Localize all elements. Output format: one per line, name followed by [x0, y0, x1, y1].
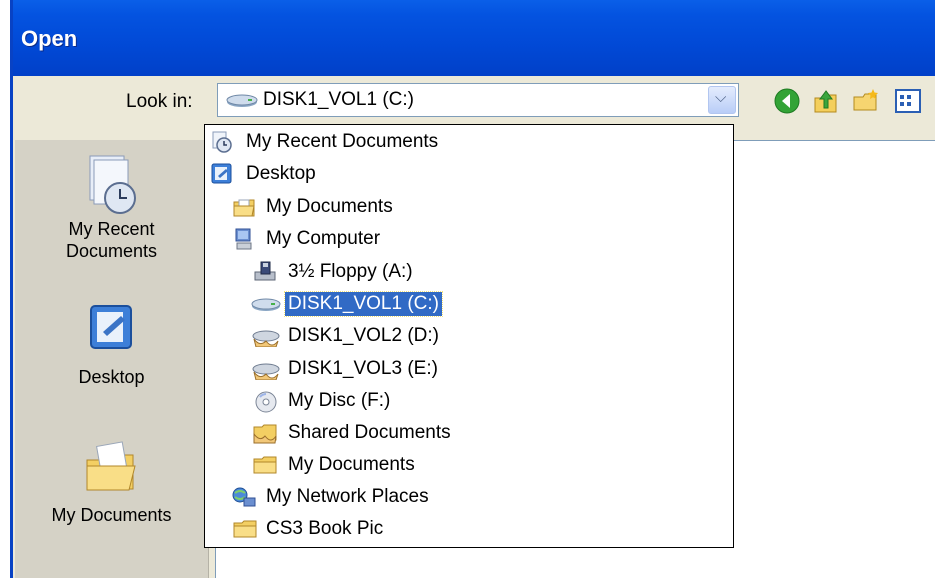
desktop-icon — [89, 305, 132, 349]
dropdown-item-label: My Disc (F:) — [288, 390, 391, 411]
places-bar: My Recent Documents Desktop My Documents — [15, 140, 209, 578]
dropdown-item-floppy-a[interactable]: 3½ Floppy (A:) — [205, 257, 733, 287]
look-in-dropdown-list[interactable]: My Recent Documents Desktop My Documents… — [204, 124, 734, 548]
network-places-icon — [232, 487, 256, 507]
dropdown-item-disk1-vol3-e[interactable]: DISK1_VOL3 (E:) — [205, 354, 733, 384]
places-my-documents[interactable]: My Documents — [15, 436, 208, 526]
dropdown-item-my-documents[interactable]: My Documents — [205, 192, 733, 222]
places-my-documents-label: My Documents — [51, 505, 172, 525]
shared-drive-icon — [252, 363, 280, 380]
dropdown-item-my-network-places[interactable]: My Network Places — [205, 482, 733, 512]
shared-folder-icon — [253, 424, 277, 444]
hard-drive-icon — [251, 298, 281, 311]
dropdown-item-my-disc-f[interactable]: My Disc (F:) — [205, 386, 733, 416]
dropdown-item-recent-documents[interactable]: My Recent Documents — [205, 127, 733, 157]
dropdown-item-label: Desktop — [246, 163, 316, 184]
recent-documents-icon — [89, 155, 136, 214]
look-in-label: Look in: — [126, 91, 193, 112]
folder-icon — [253, 456, 277, 474]
dropdown-item-disk1-vol2-d[interactable]: DISK1_VOL2 (D:) — [205, 321, 733, 351]
places-desktop[interactable]: Desktop — [15, 302, 208, 388]
chevron-down-icon: ⌵ — [715, 89, 727, 106]
new-folder-icon[interactable] — [851, 86, 881, 116]
dropdown-item-label: My Recent Documents — [246, 131, 439, 152]
look-in-value: DISK1_VOL1 (C:) — [263, 89, 414, 110]
shared-drive-icon — [252, 330, 280, 347]
folder-icon — [233, 520, 257, 538]
dialog-title: Open — [21, 26, 78, 51]
look-in-dropdown-button[interactable]: ⌵ — [708, 86, 736, 114]
dropdown-item-label: DISK1_VOL2 (D:) — [288, 325, 439, 346]
dropdown-item-label: My Network Places — [266, 486, 429, 507]
places-recent-documents[interactable]: My Recent Documents — [15, 152, 208, 262]
dropdown-item-disk1-vol1-c[interactable]: DISK1_VOL1 (C:) — [205, 289, 733, 319]
up-folder-icon[interactable] — [811, 86, 841, 116]
back-arrow-icon[interactable] — [772, 86, 802, 116]
dropdown-item-label: DISK1_VOL3 (E:) — [288, 358, 438, 379]
cd-drive-icon — [255, 391, 277, 413]
my-documents-icon — [233, 199, 255, 217]
views-menu-icon[interactable] — [893, 86, 923, 116]
places-desktop-label: Desktop — [78, 367, 145, 387]
dropdown-item-label: My Computer — [266, 228, 381, 249]
dropdown-item-label: CS3 Book Pic — [266, 518, 384, 539]
title-bar[interactable]: Open — [13, 0, 935, 76]
dropdown-item-cs3-book-pic[interactable]: CS3 Book Pic — [205, 514, 733, 544]
my-documents-icon — [86, 441, 136, 491]
dropdown-item-label: My Documents — [288, 454, 415, 475]
desktop-icon — [211, 163, 232, 184]
dropdown-item-shared-documents[interactable]: Shared Documents — [205, 418, 733, 448]
places-recent-documents-line1: My Recent — [68, 219, 155, 239]
look-in-combobox[interactable]: DISK1_VOL1 (C:) ⌵ — [217, 83, 739, 117]
recent-documents-icon — [212, 131, 232, 153]
hard-drive-icon — [226, 94, 258, 107]
dropdown-item-my-computer[interactable]: My Computer — [205, 224, 733, 254]
dropdown-item-label: My Documents — [266, 196, 393, 217]
my-computer-icon — [235, 228, 252, 250]
dropdown-item-desktop[interactable]: Desktop — [205, 159, 733, 189]
places-recent-documents-line2: Documents — [65, 241, 158, 261]
dropdown-item-label: DISK1_VOL1 (C:) — [284, 291, 443, 317]
floppy-drive-icon — [254, 261, 276, 281]
dropdown-item-label: 3½ Floppy (A:) — [288, 261, 413, 282]
dropdown-item-label: Shared Documents — [288, 422, 451, 443]
dropdown-item-my-documents-sub[interactable]: My Documents — [205, 450, 733, 480]
